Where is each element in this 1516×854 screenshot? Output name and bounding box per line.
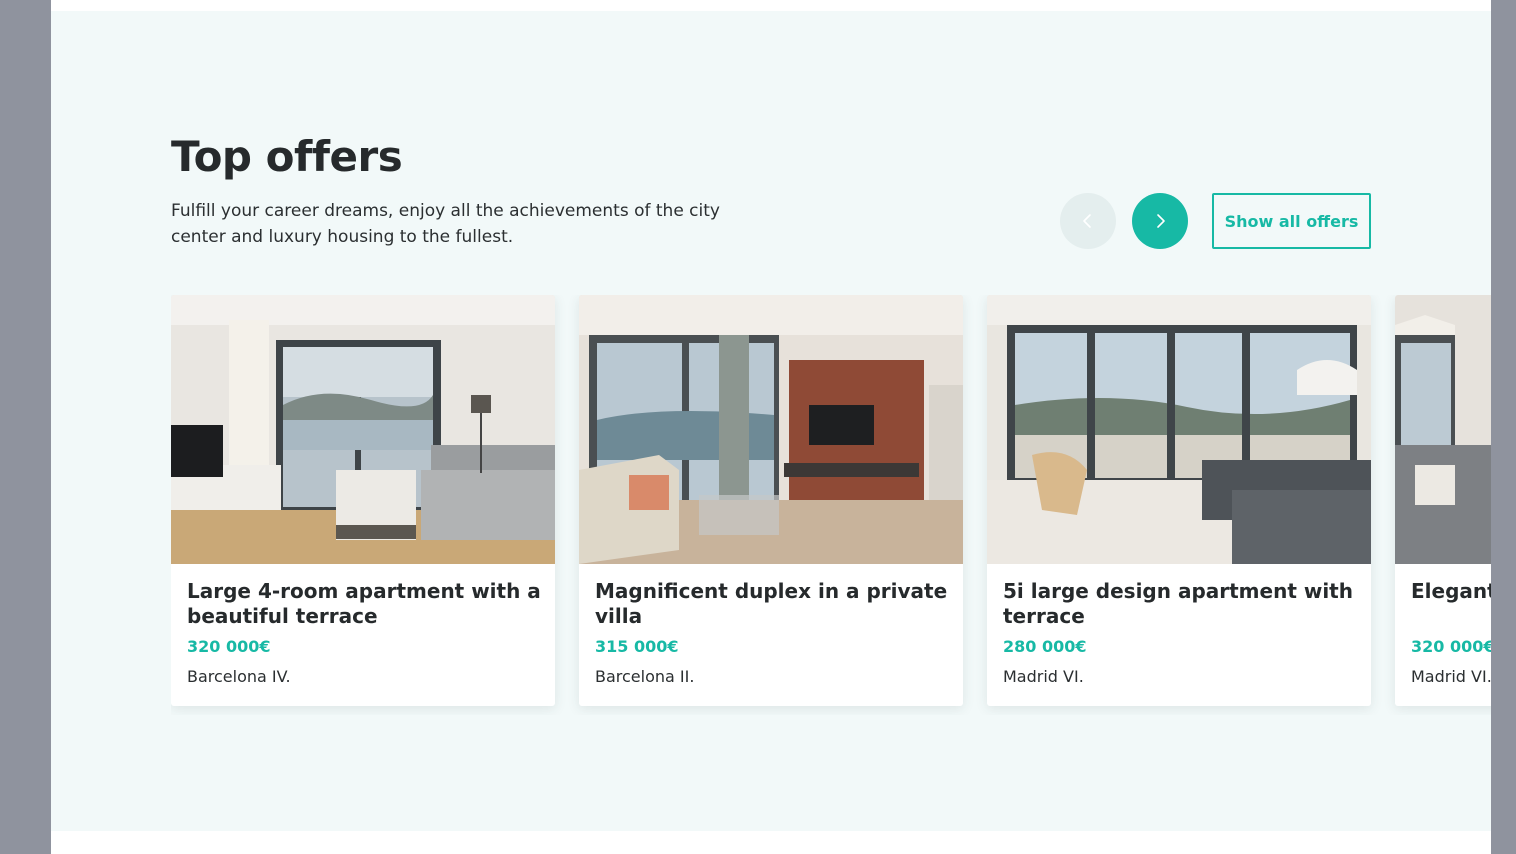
show-all-offers-button[interactable]: Show all offers (1212, 193, 1371, 249)
offer-title: 5i large design apartment with terrace (1003, 579, 1353, 628)
offer-image (1395, 295, 1491, 564)
page: Top offers Fulfill your career dreams, e… (51, 0, 1491, 854)
offer-card[interactable]: 5i large design apartment with terrace 2… (987, 295, 1371, 706)
offer-location: Barcelona II. (595, 667, 695, 686)
offer-title: Large 4-room apartment with a beautiful … (187, 579, 541, 628)
offer-location: Barcelona IV. (187, 667, 291, 686)
offer-card[interactable]: Elegant private 320 000€ Madrid VI. (1395, 295, 1491, 706)
chevron-left-icon (1083, 214, 1091, 228)
section-subtitle: Fulfill your career dreams, enjoy all th… (171, 201, 720, 247)
offer-price: 320 000€ (1411, 637, 1491, 656)
offer-title: Elegant private (1411, 579, 1491, 603)
offer-image (579, 295, 963, 564)
offer-card[interactable]: Magnificent duplex in a private villa 31… (579, 295, 963, 706)
offer-title: Magnificent duplex in a private villa (595, 579, 948, 628)
offer-image (987, 295, 1371, 564)
offer-card[interactable]: Large 4-room apartment with a beautiful … (171, 295, 555, 706)
carousel-next-button[interactable] (1132, 193, 1188, 249)
offer-location: Madrid VI. (1003, 667, 1084, 686)
offer-price: 280 000€ (1003, 637, 1087, 656)
offer-location: Madrid VI. (1411, 667, 1491, 686)
chevron-right-icon (1157, 214, 1165, 228)
offer-price: 315 000€ (595, 637, 679, 656)
carousel-prev-button[interactable] (1060, 193, 1116, 249)
offer-image (171, 295, 555, 564)
offers-carousel: Large 4-room apartment with a beautiful … (171, 295, 1491, 715)
offer-price: 320 000€ (187, 637, 271, 656)
section-title: Top offers (171, 132, 403, 181)
top-offers-section: Top offers Fulfill your career dreams, e… (51, 11, 1491, 831)
